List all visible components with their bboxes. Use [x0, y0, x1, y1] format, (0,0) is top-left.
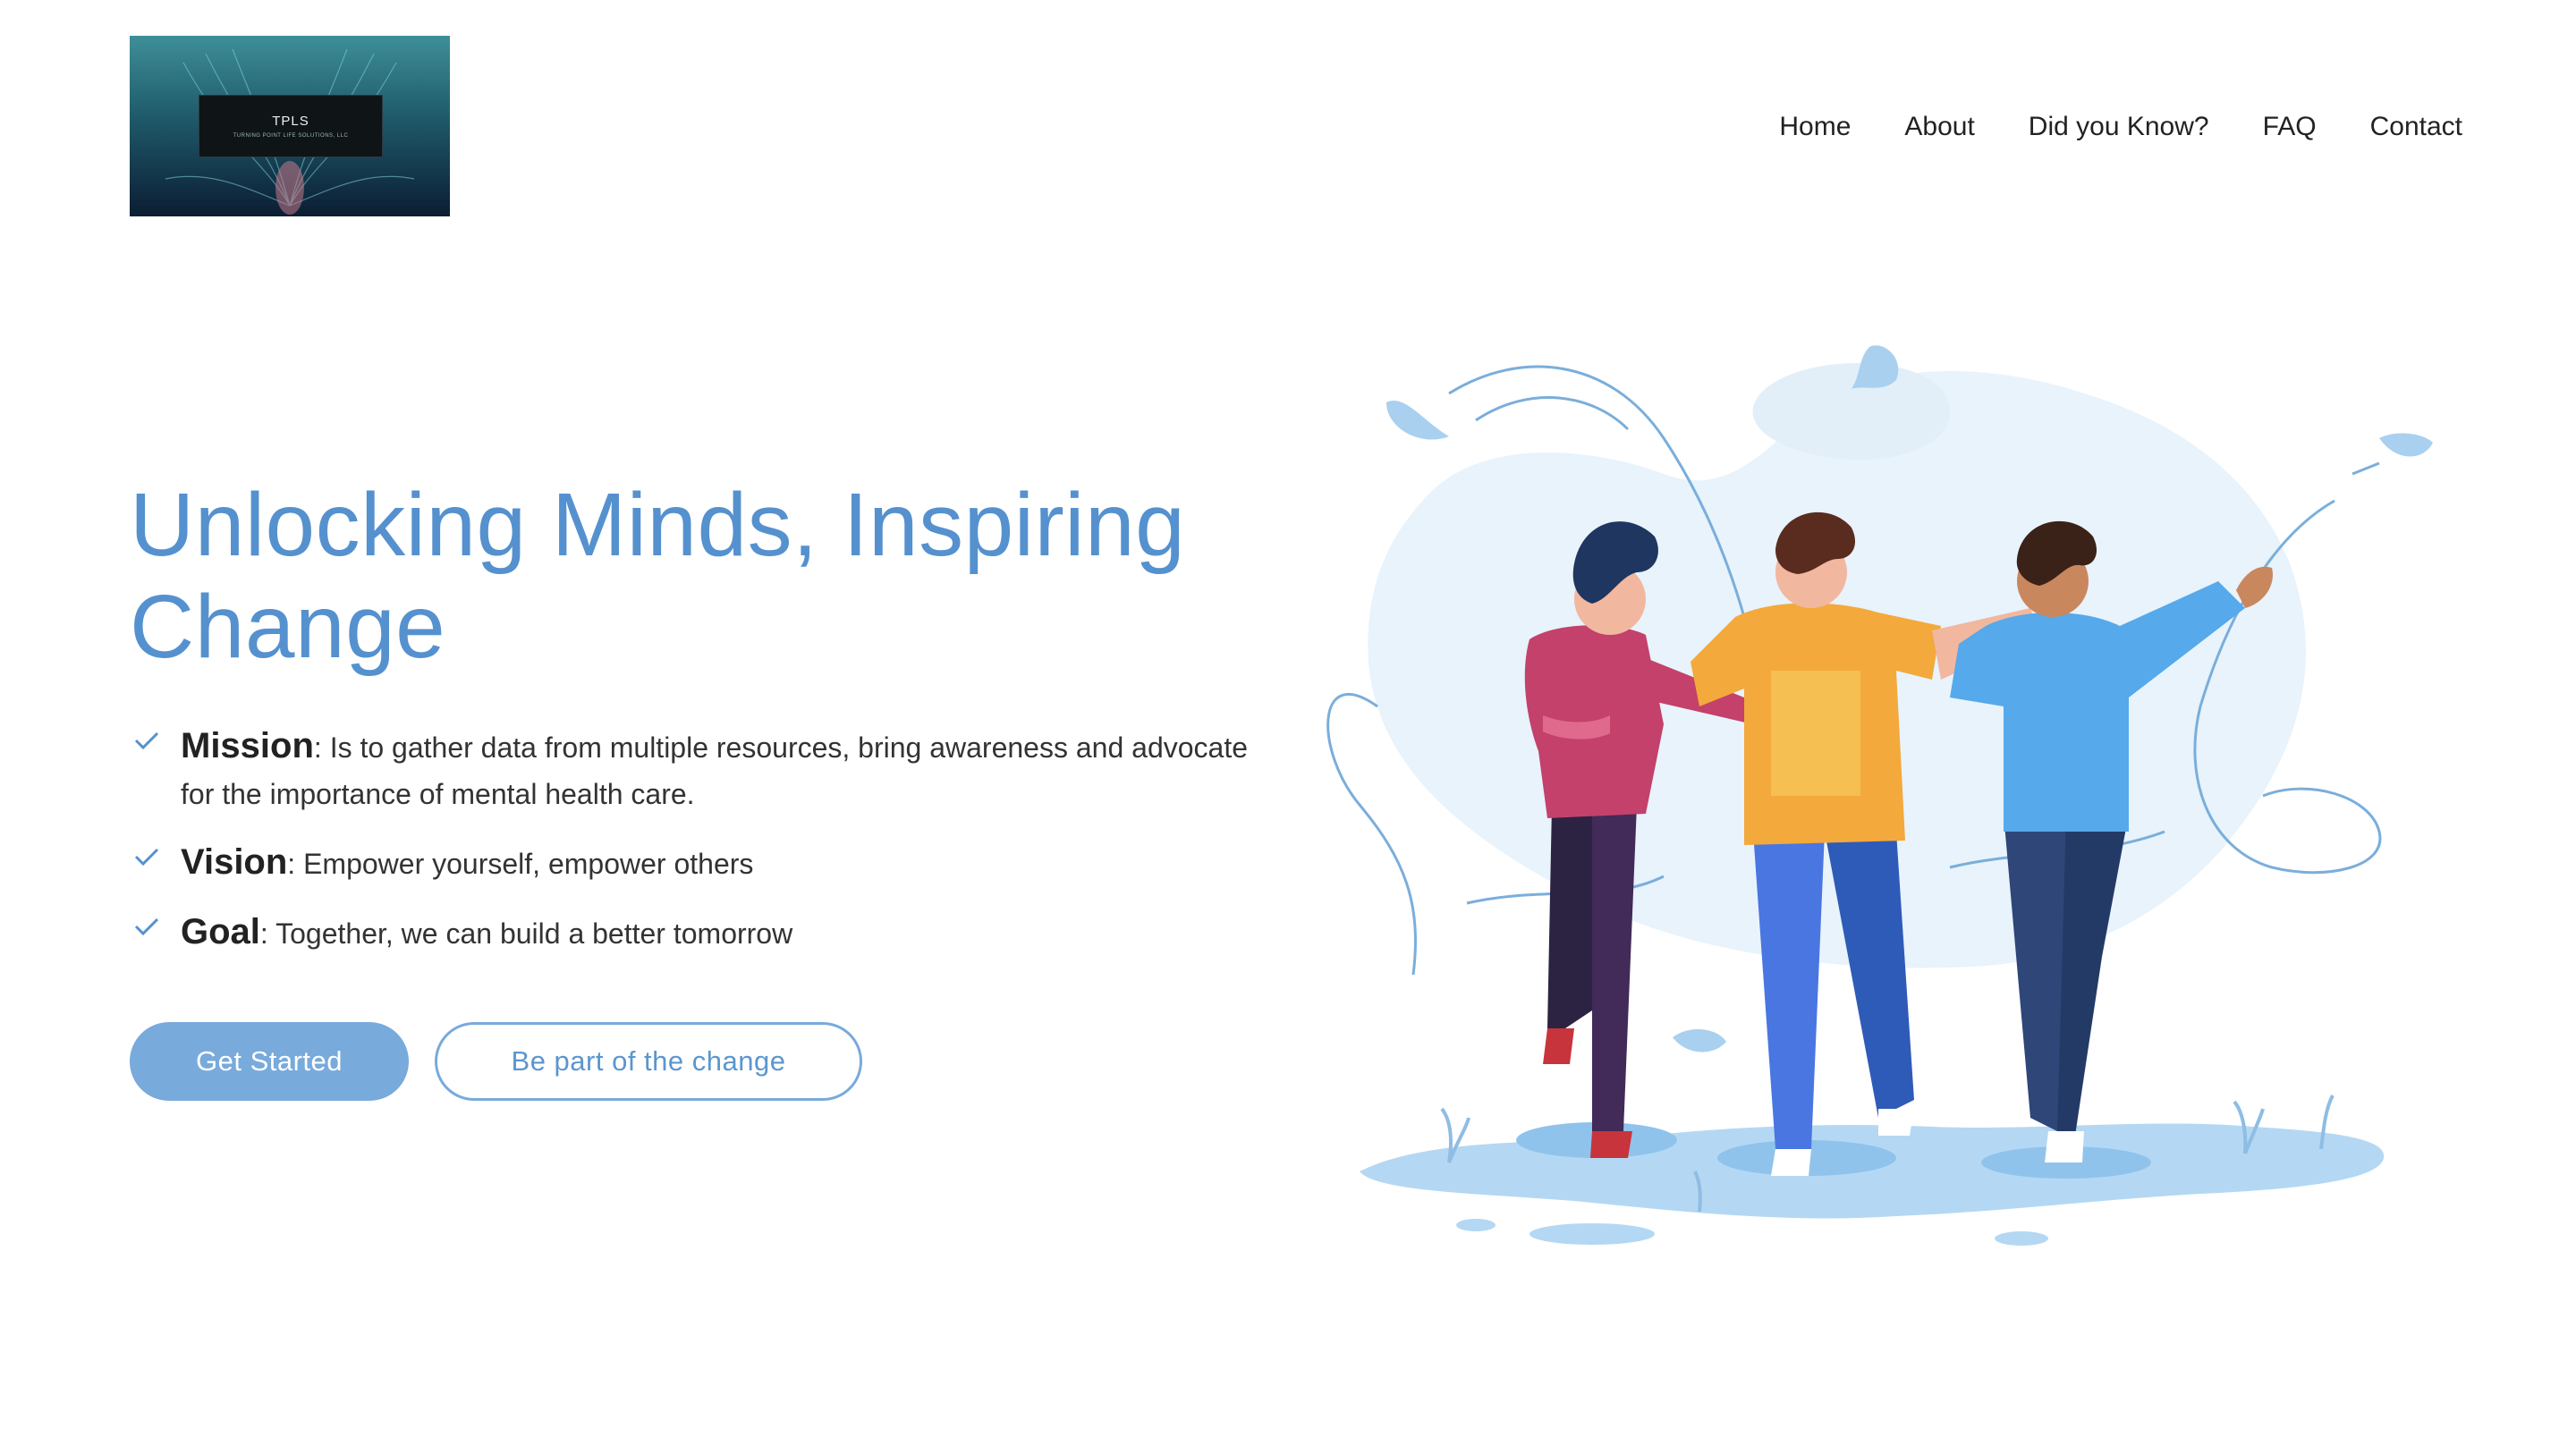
nav-contact[interactable]: Contact [2370, 107, 2462, 147]
feature-text: : Empower yourself, empower others [287, 848, 754, 880]
feature-label: Goal [181, 912, 260, 951]
hero-title: Unlocking Minds, Inspiring Change [130, 474, 1292, 678]
feature-text: : Together, we can build a better tomorr… [259, 917, 793, 950]
feature-label: Mission [181, 726, 314, 765]
nav-did-you-know[interactable]: Did you Know? [2029, 107, 2209, 147]
nav-home[interactable]: Home [1779, 107, 1851, 147]
feature-mission: Mission: Is to gather data from multiple… [130, 723, 1248, 817]
people-illustration [1326, 345, 2433, 1246]
nav-about[interactable]: About [1904, 107, 1974, 147]
get-started-button[interactable]: Get Started [130, 1022, 409, 1101]
be-part-of-change-button[interactable]: Be part of the change [435, 1022, 862, 1101]
nav-faq[interactable]: FAQ [2263, 107, 2317, 147]
feature-vision: Vision: Empower yourself, empower others [130, 839, 1248, 887]
hero-title-line1: Unlocking Minds, Inspiring [130, 475, 1186, 575]
feature-list: Mission: Is to gather data from multiple… [130, 723, 1248, 978]
check-icon [134, 731, 159, 750]
feature-label: Vision [181, 842, 288, 882]
logo-subtitle: TURNING POINT LIFE SOLUTIONS, LLC [233, 133, 349, 139]
check-icon [134, 848, 159, 866]
feature-goal: Goal: Together, we can build a better to… [130, 909, 1248, 957]
logo-title: TPLS [272, 114, 309, 129]
check-icon [134, 917, 159, 936]
feature-text: : Is to gather data from multiple resour… [181, 731, 1249, 810]
main-nav: Home About Did you Know? FAQ Contact [1725, 107, 2462, 147]
hero-title-line2: Change [130, 577, 446, 677]
logo-label-box: TPLS TURNING POINT LIFE SOLUTIONS, LLC [199, 95, 383, 157]
site-logo[interactable]: TPLS TURNING POINT LIFE SOLUTIONS, LLC [130, 36, 450, 216]
